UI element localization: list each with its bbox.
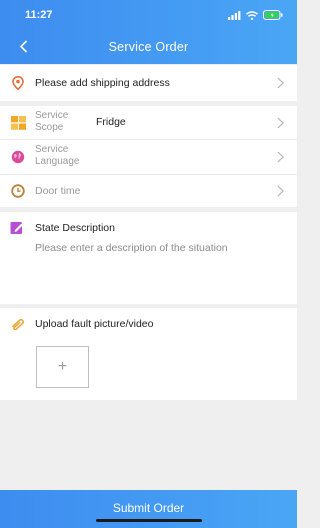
shipping-address-label: Please add shipping address [35, 77, 170, 89]
edit-icon [10, 221, 24, 235]
app-header: 11:27 Service Order [0, 0, 297, 64]
service-scope-label-line2: Scope [35, 122, 64, 133]
status-icons [228, 10, 283, 20]
home-indicator [96, 519, 202, 522]
signal-icon [228, 10, 241, 20]
service-language-row[interactable]: Service Language [0, 140, 297, 174]
service-details-section: Service Scope Fridge Service Language Do… [0, 106, 297, 207]
paperclip-icon [10, 317, 26, 331]
upload-title: Upload fault picture/video [35, 318, 154, 330]
service-language-label-line2: Language [35, 156, 80, 167]
door-time-row[interactable]: Door time [0, 175, 297, 207]
status-bar: 11:27 [0, 0, 297, 30]
status-time: 11:27 [25, 9, 53, 21]
plus-icon: + [57, 358, 68, 375]
state-description-section: State Description Please enter a descrip… [0, 212, 297, 304]
chevron-right-icon [275, 184, 285, 198]
state-description-input[interactable]: Please enter a description of the situat… [30, 236, 290, 298]
state-description-title: State Description [35, 222, 115, 234]
chevron-right-icon [275, 76, 285, 90]
service-scope-label-line1: Service [35, 110, 69, 121]
scope-icon [10, 115, 26, 131]
language-icon [10, 149, 26, 165]
address-section: Please add shipping address [0, 65, 297, 101]
service-scope-value: Fridge [96, 116, 126, 128]
location-icon [10, 75, 26, 91]
wifi-icon [246, 10, 258, 20]
chevron-right-icon [275, 150, 285, 164]
upload-section: Upload fault picture/video + [0, 308, 297, 400]
state-description-placeholder: Please enter a description of the situat… [35, 242, 228, 254]
battery-icon [263, 10, 283, 20]
service-language-label-line1: Service [35, 144, 69, 155]
add-picture-button[interactable]: + [36, 346, 89, 388]
chevron-right-icon [275, 116, 285, 130]
page-title: Service Order [108, 40, 189, 54]
clock-icon [10, 183, 26, 199]
submit-order-button[interactable]: Submit Order [0, 490, 297, 528]
door-time-label: Door time [35, 185, 81, 197]
shipping-address-row[interactable]: Please add shipping address [0, 65, 297, 101]
service-scope-row[interactable]: Service Scope Fridge [0, 106, 297, 139]
